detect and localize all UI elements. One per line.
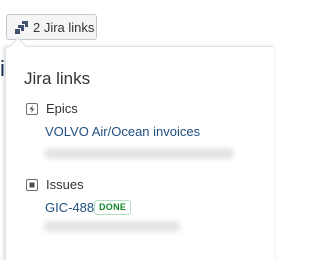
issue-checkbox-icon bbox=[26, 178, 38, 191]
epic-lightning-icon bbox=[26, 102, 38, 115]
issue-link[interactable]: GIC-488 bbox=[45, 200, 94, 215]
issue-summary-redacted bbox=[44, 221, 180, 232]
epics-heading-label: Epics bbox=[46, 101, 78, 116]
epic-link[interactable]: VOLVO Air/Ocean invoices bbox=[45, 124, 200, 139]
jira-link-icon bbox=[14, 20, 29, 35]
popup-title: Jira links bbox=[24, 69, 91, 88]
epic-description-redacted bbox=[44, 148, 234, 159]
status-badge: DONE bbox=[94, 200, 132, 215]
issues-heading-label: Issues bbox=[46, 177, 84, 192]
jira-links-popup: Jira links Epics VOLVO Air/Ocean invoice… bbox=[5, 46, 274, 260]
jira-links-button[interactable]: 2 Jira links bbox=[6, 14, 97, 40]
issues-section-heading: Issues bbox=[26, 177, 84, 192]
epics-section-heading: Epics bbox=[26, 101, 78, 116]
jira-links-button-label: 2 Jira links bbox=[33, 19, 95, 35]
